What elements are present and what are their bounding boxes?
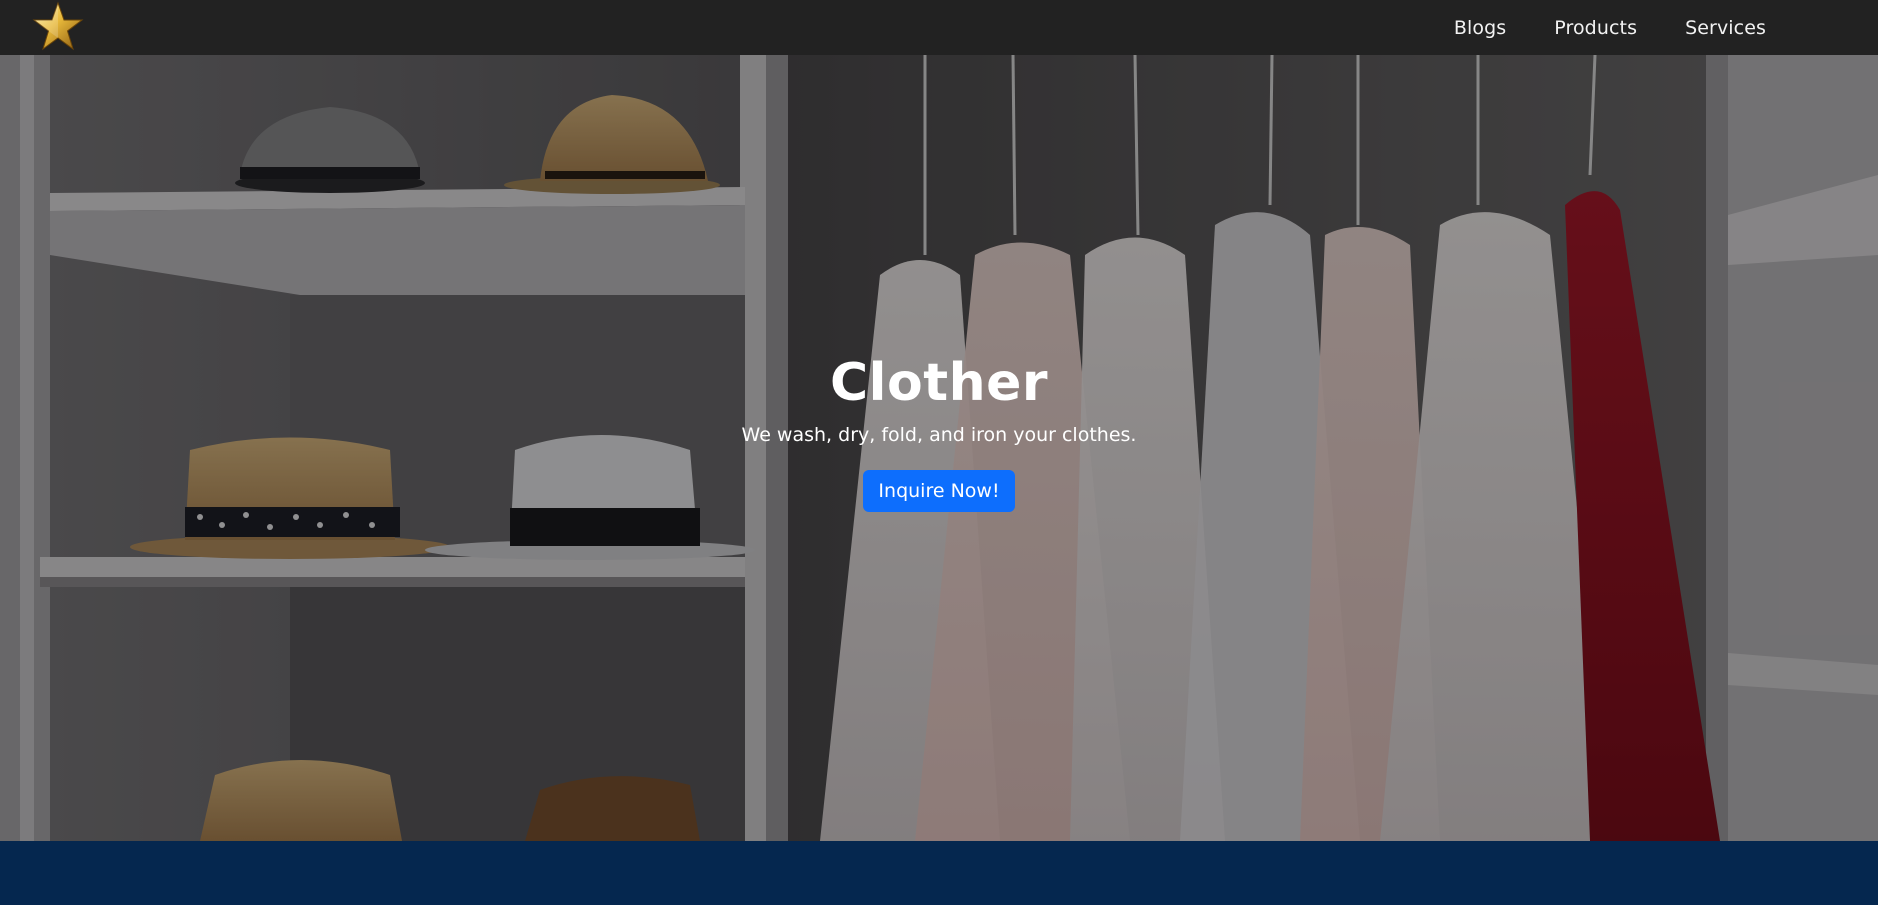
hero-content: Clother We wash, dry, fold, and iron you…: [0, 353, 1878, 513]
hero-title: Clother: [830, 353, 1048, 413]
inquire-now-button[interactable]: Inquire Now!: [863, 470, 1015, 513]
star-icon: [32, 1, 84, 51]
footer-band: [0, 841, 1878, 905]
hero-section: Clother We wash, dry, fold, and iron you…: [0, 55, 1878, 841]
brand-logo-link[interactable]: [32, 1, 84, 51]
nav-link-blogs[interactable]: Blogs: [1454, 17, 1506, 39]
nav-links: Blogs Products Services: [1454, 0, 1766, 55]
navbar: Blogs Products Services: [0, 0, 1878, 55]
hero-cta-wrap: Inquire Now!: [0, 470, 1878, 513]
nav-link-services[interactable]: Services: [1685, 17, 1766, 39]
nav-link-products[interactable]: Products: [1554, 17, 1637, 39]
hero-subtitle: We wash, dry, fold, and iron your clothe…: [741, 424, 1137, 447]
